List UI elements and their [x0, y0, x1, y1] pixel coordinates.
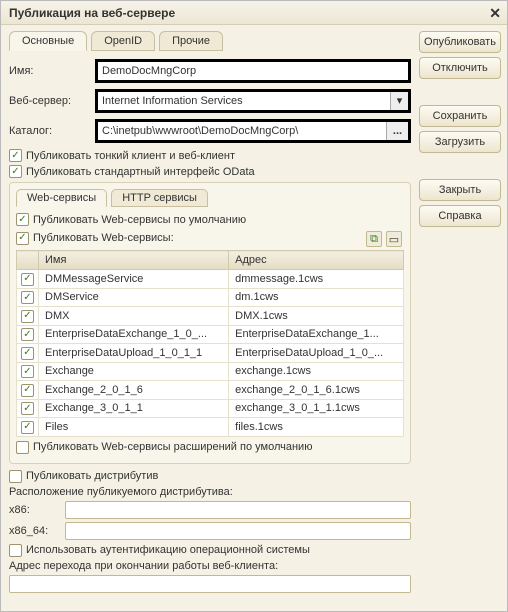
- row-addr: EnterpriseDataExchange_1...: [229, 325, 404, 344]
- table-row[interactable]: Filesfiles.1cws: [17, 418, 404, 437]
- x86-input[interactable]: [65, 501, 411, 519]
- row-name: Exchange_2_0_1_6: [39, 381, 229, 400]
- row-checkbox[interactable]: [21, 328, 34, 341]
- row-checkbox[interactable]: [21, 402, 34, 415]
- pub-ext-label: Публиковать Web-сервисы расширений по ум…: [33, 441, 312, 453]
- osauth-checkbox[interactable]: [9, 544, 22, 557]
- webserver-value: Internet Information Services: [98, 95, 390, 107]
- publish-button[interactable]: Опубликовать: [419, 31, 501, 53]
- row-name: EnterpriseDataExchange_1_0_...: [39, 325, 229, 344]
- row-addr: DMX.1cws: [229, 307, 404, 326]
- row-addr: dmmessage.1cws: [229, 270, 404, 289]
- load-button[interactable]: Загрузить: [419, 131, 501, 153]
- odata-checkbox[interactable]: [9, 165, 22, 178]
- window-title: Публикация на веб-сервере: [9, 1, 175, 25]
- close-icon[interactable]: ✕: [489, 1, 501, 25]
- osauth-label: Использовать аутентификацию операционной…: [26, 544, 310, 556]
- disconnect-button[interactable]: Отключить: [419, 57, 501, 79]
- row-name: Exchange: [39, 362, 229, 381]
- name-input[interactable]: DemoDocMngCorp: [95, 59, 411, 83]
- row-addr: dm.1cws: [229, 288, 404, 307]
- thinclient-label: Публиковать тонкий клиент и веб-клиент: [26, 150, 235, 162]
- table-row[interactable]: Exchange_2_0_1_6exchange_2_0_1_6.1cws: [17, 381, 404, 400]
- pub-default-label: Публиковать Web-сервисы по умолчанию: [33, 214, 246, 226]
- row-name: Files: [39, 418, 229, 437]
- odata-label: Публиковать стандартный интерфейс OData: [26, 166, 255, 178]
- chevron-down-icon[interactable]: ▾: [390, 92, 408, 110]
- save-button[interactable]: Сохранить: [419, 105, 501, 127]
- table-row[interactable]: DMMessageServicedmmessage.1cws: [17, 270, 404, 289]
- table-row[interactable]: EnterpriseDataUpload_1_0_1_1EnterpriseDa…: [17, 344, 404, 363]
- pub-ws-checkbox[interactable]: [16, 232, 29, 245]
- exit-url-label: Адрес перехода при окончании работы веб-…: [9, 560, 278, 572]
- webservices-table: Имя Адрес DMMessageServicedmmessage.1cws…: [16, 250, 404, 437]
- x86_64-input[interactable]: [65, 522, 411, 540]
- table-row[interactable]: DMServicedm.1cws: [17, 288, 404, 307]
- row-checkbox[interactable]: [21, 273, 34, 286]
- col-name[interactable]: Имя: [39, 251, 229, 270]
- pub-ext-checkbox[interactable]: [16, 441, 29, 454]
- row-checkbox[interactable]: [21, 384, 34, 397]
- row-checkbox[interactable]: [21, 310, 34, 323]
- pub-ws-label: Публиковать Web-сервисы:: [33, 232, 174, 244]
- row-checkbox[interactable]: [21, 291, 34, 304]
- row-checkbox[interactable]: [21, 365, 34, 378]
- x86_64-label: x86_64:: [9, 525, 59, 537]
- x86-label: x86:: [9, 504, 59, 516]
- row-addr: exchange.1cws: [229, 362, 404, 381]
- catalog-input[interactable]: C:\inetpub\wwwroot\DemoDocMngCorp\: [98, 125, 386, 137]
- tab-openid[interactable]: OpenID: [91, 31, 155, 51]
- table-row[interactable]: EnterpriseDataExchange_1_0_...Enterprise…: [17, 325, 404, 344]
- row-checkbox[interactable]: [21, 421, 34, 434]
- subtab-web[interactable]: Web-сервисы: [16, 189, 107, 207]
- row-addr: files.1cws: [229, 418, 404, 437]
- row-addr: exchange_2_0_1_6.1cws: [229, 381, 404, 400]
- row-name: Exchange_3_0_1_1: [39, 399, 229, 418]
- webserver-select[interactable]: Internet Information Services ▾: [95, 89, 411, 113]
- pub-dist-checkbox[interactable]: [9, 470, 22, 483]
- table-row[interactable]: Exchange_3_0_1_1exchange_3_0_1_1.1cws: [17, 399, 404, 418]
- close-button[interactable]: Закрыть: [419, 179, 501, 201]
- table-row[interactable]: Exchangeexchange.1cws: [17, 362, 404, 381]
- name-label: Имя:: [9, 65, 89, 77]
- exit-url-input[interactable]: [9, 575, 411, 593]
- help-button[interactable]: Справка: [419, 205, 501, 227]
- dist-location-label: Расположение публикуемого дистрибутива:: [9, 486, 233, 498]
- row-addr: EnterpriseDataUpload_1_0_...: [229, 344, 404, 363]
- row-name: DMX: [39, 307, 229, 326]
- tab-other[interactable]: Прочие: [159, 31, 223, 51]
- tab-main[interactable]: Основные: [9, 31, 87, 51]
- table-row[interactable]: DMXDMX.1cws: [17, 307, 404, 326]
- row-name: DMMessageService: [39, 270, 229, 289]
- thinclient-checkbox[interactable]: [9, 149, 22, 162]
- check-all-icon[interactable]: ⧉: [366, 231, 382, 247]
- catalog-label: Каталог:: [9, 125, 89, 137]
- subtab-http[interactable]: HTTP сервисы: [111, 189, 208, 207]
- webserver-label: Веб-сервер:: [9, 95, 89, 107]
- browse-button[interactable]: ...: [386, 122, 408, 140]
- row-addr: exchange_3_0_1_1.1cws: [229, 399, 404, 418]
- uncheck-all-icon[interactable]: ▭: [386, 231, 402, 247]
- col-addr[interactable]: Адрес: [229, 251, 404, 270]
- pub-default-checkbox[interactable]: [16, 213, 29, 226]
- row-checkbox[interactable]: [21, 347, 34, 360]
- pub-dist-label: Публиковать дистрибутив: [26, 470, 158, 482]
- row-name: EnterpriseDataUpload_1_0_1_1: [39, 344, 229, 363]
- row-name: DMService: [39, 288, 229, 307]
